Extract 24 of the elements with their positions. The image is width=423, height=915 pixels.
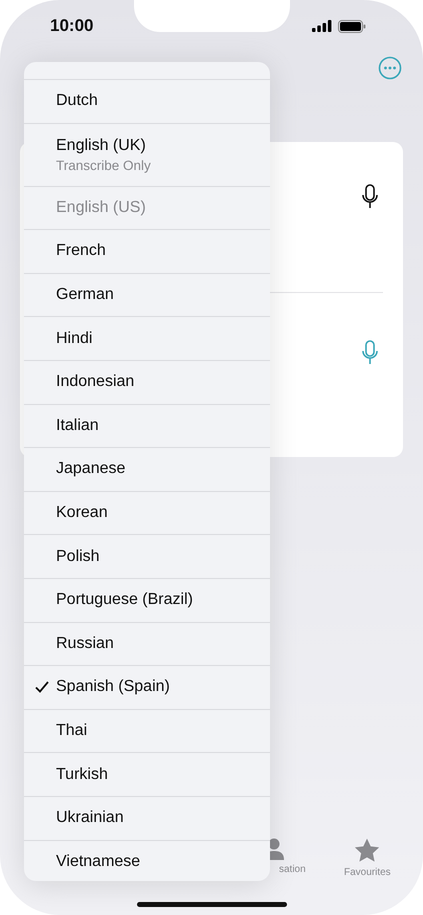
status-time: 10:00: [50, 16, 94, 36]
menu-item[interactable]: Japanese: [24, 448, 270, 492]
menu-item[interactable]: Thai: [24, 710, 270, 754]
microphone-icon[interactable]: [361, 184, 379, 210]
menu-item[interactable]: Dutch: [24, 80, 270, 124]
star-icon[interactable]: [354, 838, 380, 863]
menu-item[interactable]: English (UK) Transcribe Only: [24, 124, 270, 187]
menu-item[interactable]: Ukrainian: [24, 796, 270, 840]
signal-icon: [312, 20, 332, 32]
menu-item[interactable]: Hindi: [24, 317, 270, 361]
menu-item[interactable]: Turkish: [24, 753, 270, 797]
menu-item[interactable]: Italian: [24, 404, 270, 448]
battery-icon: [338, 20, 366, 32]
menu-item[interactable]: Spanish (Spain): [24, 666, 270, 710]
menu-item[interactable]: Indonesian: [24, 360, 270, 405]
checkmark-icon: [35, 681, 49, 694]
menu-item[interactable]: French: [24, 230, 270, 274]
menu-item[interactable]: Vietnamese: [24, 840, 270, 881]
menu-item[interactable]: Russian: [24, 622, 270, 666]
menu-item[interactable]: Korean: [24, 492, 270, 536]
menu-item[interactable]: Portuguese (Brazil): [24, 578, 270, 623]
menu-item[interactable]: Polish: [24, 535, 270, 579]
more-icon[interactable]: [378, 56, 402, 80]
menu-item[interactable]: German: [24, 274, 270, 318]
